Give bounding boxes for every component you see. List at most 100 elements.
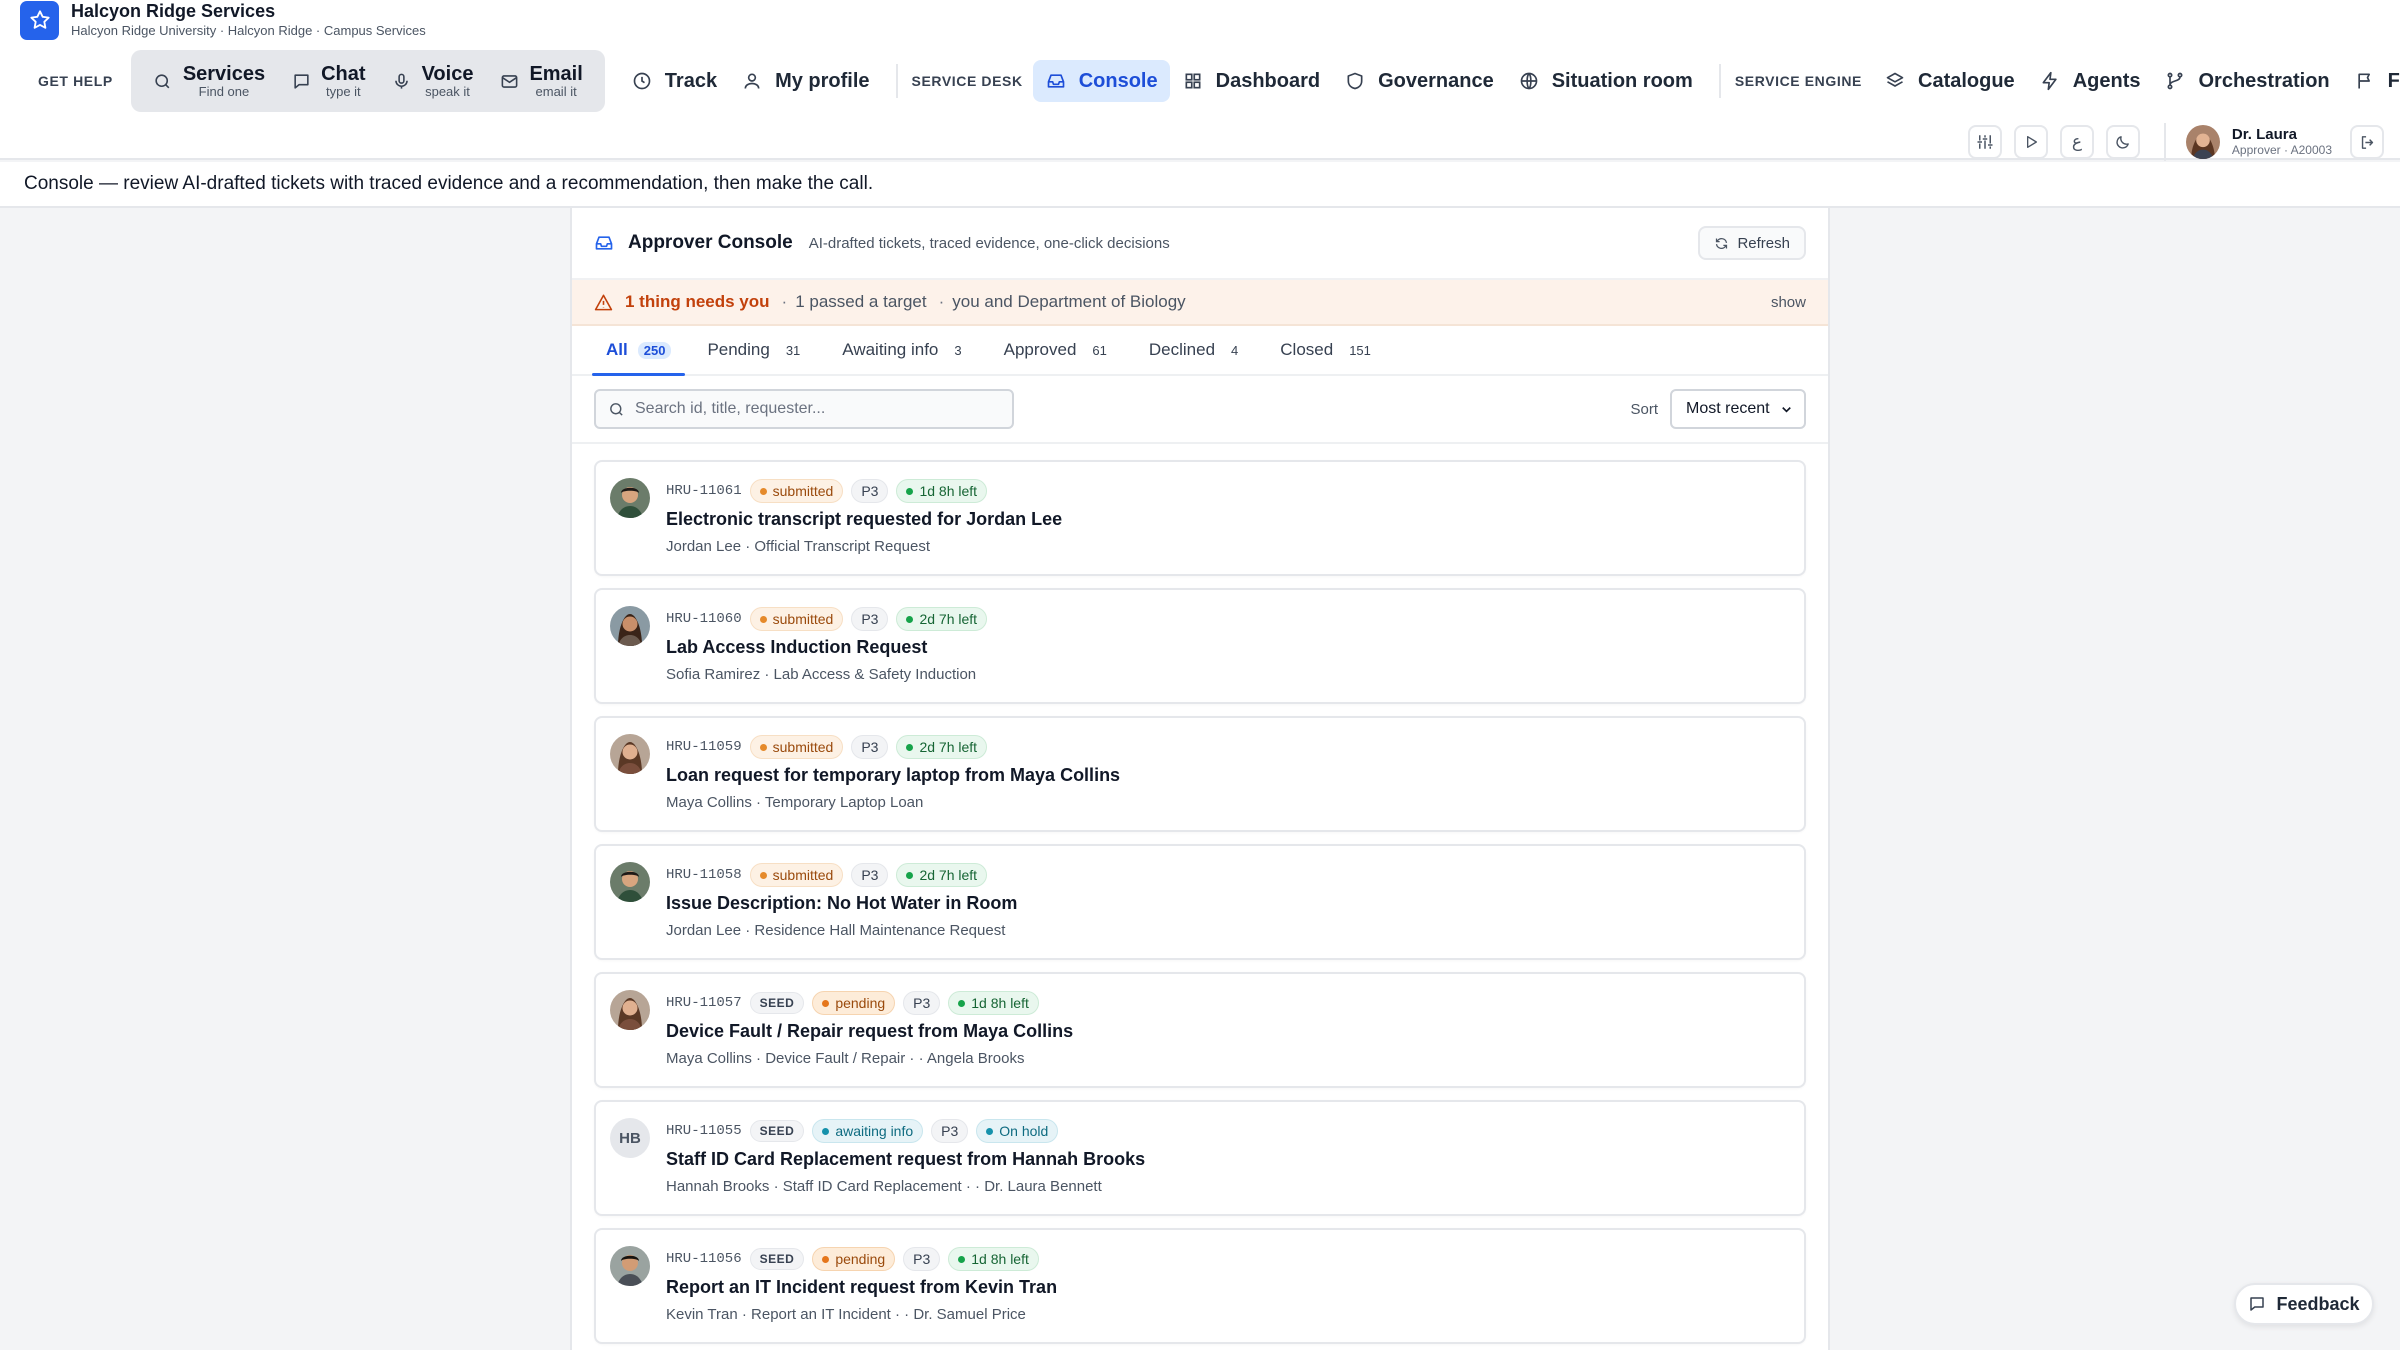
alert-show-link[interactable]: show	[1771, 294, 1806, 311]
feedback-label: Feedback	[2276, 1293, 2360, 1314]
ticket-id: HRU-11061	[666, 483, 742, 499]
language-icon: ع	[2071, 132, 2082, 152]
tab-label: All	[606, 340, 628, 359]
nav-catalogue[interactable]: Catalogue	[1872, 60, 2027, 102]
status-badge: submitted	[749, 863, 844, 887]
avatar	[610, 862, 650, 902]
tab-count: 151	[1349, 342, 1371, 358]
tab-awaiting-info[interactable]: Awaiting info 3	[828, 326, 981, 374]
tab-pending[interactable]: Pending 31	[693, 326, 820, 374]
alert-part-scope: you and Department of Biology	[952, 292, 1186, 311]
ticket-id: HRU-11059	[666, 739, 742, 755]
brand[interactable]: Halcyon Ridge Services Halcyon Ridge Uni…	[20, 0, 426, 40]
tab-all[interactable]: All 250	[592, 326, 686, 376]
user-menu[interactable]: Dr. Laura Approver · A20003	[2163, 123, 2332, 161]
shield-icon	[1344, 70, 1366, 92]
nav-profile-label: My profile	[775, 69, 870, 92]
nav-track-label: Track	[664, 69, 718, 92]
sla-text: 1d 8h left	[919, 483, 978, 499]
sla-badge: On hold	[976, 1119, 1059, 1143]
channel-services[interactable]: Services Find one	[143, 57, 275, 105]
chat-icon	[2248, 1295, 2266, 1313]
refresh-button[interactable]: Refresh	[1698, 226, 1806, 260]
ticket-card[interactable]: HRU-11058 submitted P3 2d 7h left Issue …	[594, 844, 1806, 960]
nav-divider	[895, 64, 898, 98]
nav-agents-label: Agents	[2072, 69, 2141, 92]
play-icon	[2026, 136, 2037, 148]
dark-mode-button[interactable]	[2105, 125, 2140, 159]
page-caption: Console — review AI-drafted tickets with…	[0, 162, 2400, 208]
star-icon	[20, 0, 59, 40]
channel-sub: email it	[535, 83, 577, 99]
play-button[interactable]	[2013, 125, 2048, 159]
logout-button[interactable]	[2350, 125, 2384, 159]
grid-icon	[1182, 70, 1204, 92]
tab-count: 3	[954, 342, 962, 358]
priority-badge: P3	[903, 1247, 941, 1271]
nav-console[interactable]: Console	[1032, 60, 1170, 102]
ticket-card[interactable]: HRU-11061 submitted P3 1d 8h left Electr…	[594, 460, 1806, 576]
nav-overflow-label: F	[2387, 69, 2400, 92]
sliders-icon	[1977, 135, 1993, 149]
ticket-list: HRU-11061 submitted P3 1d 8h left Electr…	[572, 444, 1828, 1344]
chevron-down-icon	[1779, 402, 1794, 417]
nav-overflow-item[interactable]: F	[2342, 60, 2400, 102]
status-badge: submitted	[749, 607, 844, 631]
channel-voice[interactable]: Voice speak it	[382, 57, 484, 105]
ticket-id: HRU-11060	[666, 611, 742, 627]
sla-badge: 1d 8h left	[896, 479, 988, 503]
nav-dashboard-label: Dashboard	[1215, 69, 1321, 92]
tab-count: 250	[637, 341, 672, 359]
sla-badge: 2d 7h left	[896, 735, 988, 759]
tab-count: 61	[1092, 342, 1107, 358]
user-name: Dr. Laura	[2231, 126, 2297, 144]
service-engine-label: SERVICE ENGINE	[1734, 73, 1862, 89]
feedback-button[interactable]: Feedback	[2234, 1283, 2374, 1325]
nav-track[interactable]: Track	[619, 60, 729, 102]
channel-email[interactable]: Email email it	[489, 57, 592, 105]
ticket-card[interactable]: HRU-11060 submitted P3 2d 7h left Lab Ac…	[594, 588, 1806, 704]
settings-sliders-button[interactable]	[1967, 125, 2002, 159]
ticket-card[interactable]: HB HRU-11055 SEED awaiting info P3 On ho…	[594, 1100, 1806, 1216]
sla-text: 1d 8h left	[971, 995, 1029, 1011]
ticket-title: Device Fault / Repair request from Maya …	[666, 1021, 1074, 1041]
tab-declined[interactable]: Declined 4	[1135, 326, 1258, 374]
sort-select[interactable]: Most recent	[1670, 389, 1806, 429]
microphone-icon	[392, 71, 412, 91]
ticket-card[interactable]: HRU-11056 SEED pending P3 1d 8h left Rep…	[594, 1228, 1806, 1344]
ticket-title: Electronic transcript requested for Jord…	[666, 509, 1063, 529]
status-tabs: All 250 Pending 31 Awaiting info 3 Approved…	[572, 326, 1828, 376]
nav-agents[interactable]: Agents	[2027, 60, 2153, 102]
ticket-title: Lab Access Induction Request	[666, 637, 928, 657]
search-box	[594, 389, 1014, 429]
channel-chat[interactable]: Chat type it	[281, 57, 375, 105]
ticket-id: HRU-11055	[666, 1123, 742, 1139]
attention-banner: 1 thing needs you · 1 passed a target · …	[572, 280, 1828, 326]
nav-my-profile[interactable]: My profile	[729, 60, 881, 102]
nav-orchestration-label: Orchestration	[2198, 69, 2330, 92]
ticket-card[interactable]: HRU-11059 submitted P3 2d 7h left Loan r…	[594, 716, 1806, 832]
status-badge: awaiting info	[812, 1119, 924, 1143]
tab-approved[interactable]: Approved 61	[990, 326, 1127, 374]
status-text: awaiting info	[835, 1123, 914, 1139]
refresh-icon	[1714, 236, 1729, 251]
globe-icon	[1518, 70, 1540, 92]
ticket-requester: Kevin Tran · Report an IT Incident · · D…	[666, 1306, 1026, 1323]
nav-situation-room[interactable]: Situation room	[1506, 60, 1705, 102]
tab-closed[interactable]: Closed 151	[1266, 326, 1391, 374]
nav-orchestration[interactable]: Orchestration	[2152, 60, 2341, 102]
brand-subtitle: Halcyon Ridge University · Halcyon Ridge…	[71, 22, 426, 38]
avatar	[610, 734, 650, 774]
nav-governance[interactable]: Governance	[1332, 60, 1506, 102]
channel-sub: speak it	[425, 83, 470, 99]
channel-title: Services	[182, 62, 266, 85]
nav-dashboard[interactable]: Dashboard	[1170, 60, 1332, 102]
sla-text: 2d 7h left	[919, 611, 978, 627]
ticket-card[interactable]: HRU-11057 SEED pending P3 1d 8h left Dev…	[594, 972, 1806, 1088]
language-button[interactable]: ع	[2059, 125, 2094, 159]
logout-icon	[2361, 135, 2373, 149]
sla-badge: 1d 8h left	[948, 991, 1039, 1015]
panel-header: Approver Console AI-drafted tickets, tra…	[572, 208, 1828, 280]
search-input[interactable]	[635, 400, 995, 418]
ticket-title: Staff ID Card Replacement request from H…	[666, 1149, 1146, 1169]
